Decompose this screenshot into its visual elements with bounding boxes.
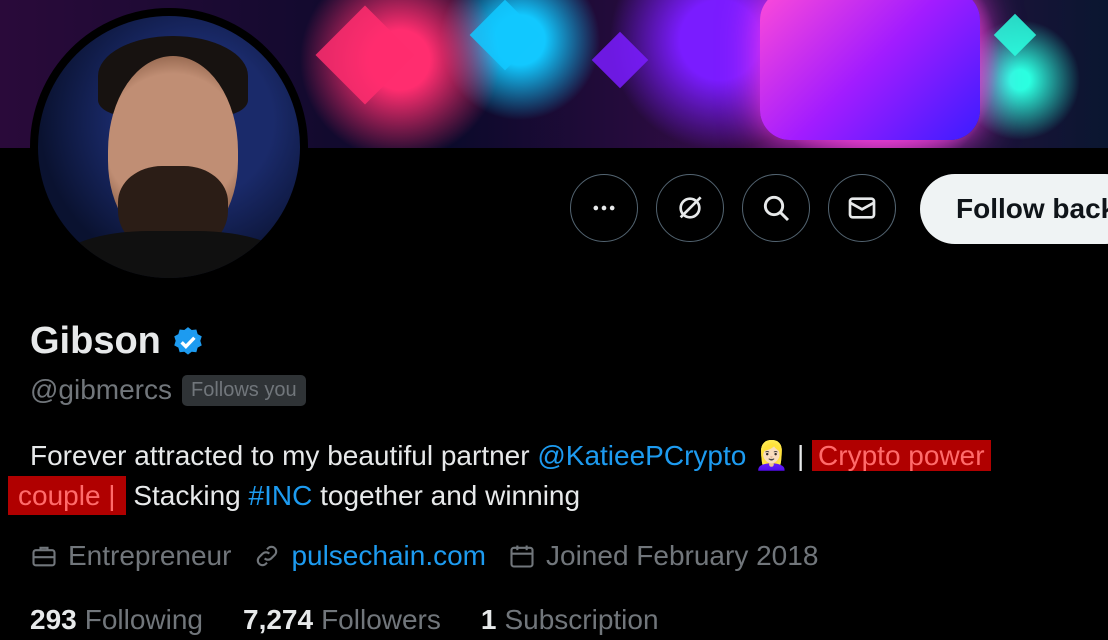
profession-item: Entrepreneur	[30, 540, 231, 572]
subscription-stat[interactable]: 1 Subscription	[481, 604, 659, 636]
search-button[interactable]	[742, 174, 810, 242]
display-name: Gibson	[30, 320, 161, 362]
banner-gem	[591, 31, 649, 89]
link-icon	[257, 545, 278, 567]
banner-pulse-graphic	[760, 0, 980, 140]
bio-emoji: 👱🏻‍♀️	[754, 440, 790, 471]
avatar-photo	[38, 16, 300, 278]
website-item: pulsechain.com	[253, 540, 486, 572]
joined-date: Joined February 2018	[546, 540, 819, 571]
avatar-shirt	[58, 231, 288, 278]
bio-hashtag-link[interactable]: #INC	[249, 480, 313, 511]
search-icon	[763, 195, 790, 222]
briefcase-icon	[32, 546, 56, 567]
joined-item: Joined February 2018	[508, 540, 818, 572]
bio-separator: |	[789, 440, 813, 471]
followers-label: Followers	[321, 604, 441, 635]
more-button[interactable]	[570, 174, 638, 242]
envelope-icon	[848, 197, 876, 219]
handle-row: @gibmercs Follows you	[30, 374, 306, 406]
subscription-count: 1	[480, 604, 497, 635]
avatar[interactable]	[30, 8, 308, 286]
website-link[interactable]: pulsechain.com	[291, 540, 486, 572]
profile-bio: Forever attracted to my beautiful partne…	[8, 436, 1100, 516]
bio-mention-link[interactable]: @KatieePCrypto	[537, 440, 746, 471]
profile-stats: 293 Following 7,274 Followers 1 Subscriptio…	[30, 604, 659, 636]
profession-text: Entrepreneur	[68, 540, 232, 571]
follow-back-button[interactable]: Follow back	[920, 174, 1108, 244]
profile-meta: Entrepreneur pulsechain.com Joined Febru…	[30, 540, 818, 572]
following-count: 293	[30, 604, 77, 635]
subscription-label: Subscription	[504, 604, 659, 635]
bio-highlight: couple |	[8, 476, 126, 515]
bio-text: Stacking	[125, 480, 249, 511]
banner-gem	[469, 0, 541, 71]
grok-button[interactable]	[656, 174, 724, 242]
grok-icon	[679, 196, 702, 219]
followers-stat[interactable]: 7,274 Followers	[243, 604, 441, 636]
message-button[interactable]	[828, 174, 896, 242]
follows-you-badge: Follows you	[182, 374, 306, 406]
bio-text: Forever attracted to my beautiful partne…	[30, 440, 538, 471]
banner-gem	[993, 13, 1037, 57]
calendar-icon	[510, 545, 534, 568]
bio-highlight: Crypto power	[812, 440, 991, 471]
more-icon	[593, 205, 615, 211]
username: @gibmercs	[30, 374, 173, 405]
followers-count: 7,274	[243, 604, 314, 635]
following-stat[interactable]: 293 Following	[30, 604, 203, 636]
profile-name-row: Gibson	[30, 320, 205, 363]
banner-gem	[315, 5, 415, 105]
bio-text: together and winning	[312, 480, 581, 511]
profile-actions	[570, 174, 896, 242]
verified-badge-icon	[174, 326, 202, 355]
following-label: Following	[84, 604, 203, 635]
